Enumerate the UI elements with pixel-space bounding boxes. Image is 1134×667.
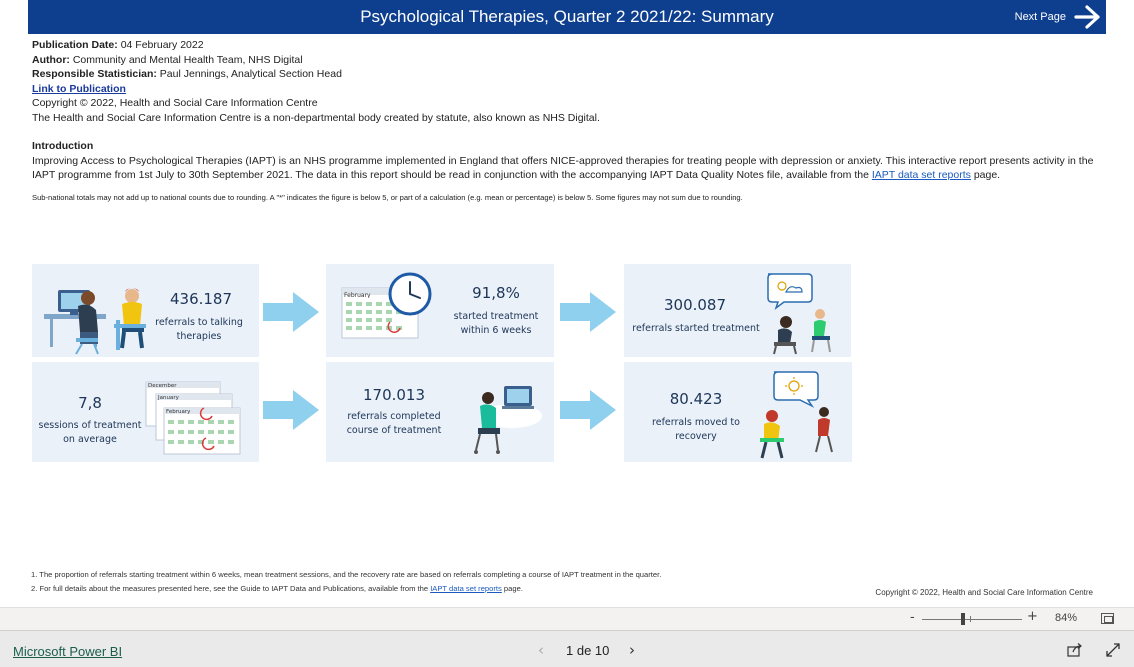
flow-arrow-icon xyxy=(560,292,616,332)
statistician-label: Responsible Statistician: xyxy=(32,68,157,80)
introduction-tail: page. xyxy=(970,169,1001,181)
author-row: Author: Community and Mental Health Team… xyxy=(32,53,1112,68)
people-at-computer-illustration xyxy=(44,288,146,355)
recovery-value: 80.423 xyxy=(669,390,723,408)
report-header-banner: Psychological Therapies, Quarter 2 2021/… xyxy=(28,0,1106,34)
arrow-right-icon xyxy=(1074,5,1100,29)
sessions-label-line1: sessions of treatment xyxy=(38,420,142,431)
next-page-arrow-button[interactable]: › xyxy=(629,641,635,659)
publication-link[interactable]: Link to Publication xyxy=(32,83,126,95)
next-page-label: Next Page xyxy=(1014,11,1066,23)
sessions-label: sessions of treatment on average xyxy=(32,419,148,447)
publication-date-row: Publication Date: 04 February 2022 xyxy=(32,38,1112,53)
recovery-conversation-illustration xyxy=(760,371,833,459)
completed-label-line1: referrals completed xyxy=(347,411,441,422)
card-completed-treatment: 170.013 referrals completed course of tr… xyxy=(326,362,554,462)
next-page-button[interactable]: Next Page xyxy=(1015,4,1102,30)
card-moved-to-recovery: 80.423 referrals moved to recovery xyxy=(624,362,852,462)
started-treatment-label: referrals started treatment xyxy=(626,322,766,336)
card-referrals: 436.187 referrals to talking therapies xyxy=(32,264,259,357)
footnote-1: 1. The proportion of referrals starting … xyxy=(31,570,662,579)
calendar-month-january: January xyxy=(157,395,180,401)
rounding-note: Sub-national totals may not add up to na… xyxy=(32,192,743,202)
author-label: Author: xyxy=(32,53,70,66)
footnote-iapt-reports-link[interactable]: IAPT data set reports xyxy=(430,584,502,593)
statistician: Paul Jennings, Analytical Section Head xyxy=(159,68,342,80)
page-indicator: 1 de 10 xyxy=(566,643,610,658)
fit-to-page-icon[interactable] xyxy=(1101,613,1114,624)
zoom-in-button[interactable]: + xyxy=(1027,609,1038,624)
zoom-slider-track[interactable] xyxy=(922,619,1022,620)
recovery-label-line1: referrals moved to xyxy=(652,417,740,428)
calendar-month-february: February xyxy=(344,292,371,298)
introduction-text: Improving Access to Psychological Therap… xyxy=(32,154,1112,183)
previous-page-button[interactable]: ‹ xyxy=(538,641,544,659)
calendar-month-label: February xyxy=(344,292,371,298)
zoom-percentage: 84% xyxy=(1055,612,1078,624)
statistician-row: Responsible Statistician: Paul Jennings,… xyxy=(32,67,1112,82)
footnote-2: 2. For full details about the measures p… xyxy=(31,582,661,596)
zoom-out-button[interactable]: - xyxy=(910,610,915,625)
footnotes: 1. The proportion of referrals starting … xyxy=(31,568,661,596)
referrals-label-line2: therapies xyxy=(176,331,222,342)
footnote-2-text: 2. For full details about the measures p… xyxy=(31,584,431,593)
calendar-month-december: December xyxy=(148,383,177,389)
sessions-label-line2: on average xyxy=(63,434,117,445)
within-6-weeks-label-line2: within 6 weeks xyxy=(460,325,532,336)
referrals-label-line1: referrals to talking xyxy=(155,317,243,328)
footer-copyright: Copyright © 2022, Health and Social Care… xyxy=(875,588,1093,597)
calendar-clock-illustration xyxy=(341,272,432,339)
zoom-slider-thumb[interactable] xyxy=(961,613,965,625)
calendar-month-february-2: February xyxy=(166,409,191,415)
calendars-stack-illustration: December January February xyxy=(145,381,241,455)
within-6-weeks-label: started treatment within 6 weeks xyxy=(444,310,548,338)
sessions-value: 7,8 xyxy=(78,394,102,412)
flow-arrow-icon xyxy=(263,390,319,430)
author: Community and Mental Health Team, NHS Di… xyxy=(72,53,303,66)
copyright-text: Copyright © 2022, Health and Social Care… xyxy=(32,97,318,109)
started-treatment-label-line1: referrals started treatment xyxy=(632,323,760,334)
completed-label-line2: course of treatment xyxy=(346,425,442,436)
fullscreen-icon[interactable] xyxy=(1106,643,1120,657)
publication-date: 04 February 2022 xyxy=(120,39,204,51)
completed-label: referrals completed course of treatment xyxy=(334,410,454,438)
within-6-weeks-label-line1: started treatment xyxy=(453,311,539,322)
powerbi-footer: Microsoft Power BI ‹ 1 de 10 › xyxy=(0,630,1134,667)
zoom-bar: - + 84% xyxy=(0,607,1134,630)
microsoft-power-bi-link[interactable]: Microsoft Power BI xyxy=(13,644,122,659)
referrals-value: 436.187 xyxy=(169,290,233,308)
completed-value: 170.013 xyxy=(362,386,426,404)
referrals-label: referrals to talking therapies xyxy=(144,316,254,344)
flow-arrow-icon xyxy=(263,292,319,332)
footnote-2-tail: page. xyxy=(501,584,523,593)
card-started-treatment: 300.087 referrals started treatment xyxy=(624,264,851,357)
person-at-laptop-illustration xyxy=(474,386,542,454)
therapy-session-illustration xyxy=(767,273,831,355)
body-statement: The Health and Social Care Information C… xyxy=(32,111,600,124)
recovery-label: referrals moved to recovery xyxy=(638,416,754,444)
iapt-reports-link[interactable]: IAPT data set reports xyxy=(872,169,971,181)
recovery-label-line2: recovery xyxy=(675,431,717,442)
share-icon[interactable] xyxy=(1067,643,1083,657)
publication-info: Publication Date: 04 February 2022 Autho… xyxy=(32,38,1112,203)
card-sessions-average: 7,8 sessions of treatment on average Dec… xyxy=(32,362,259,462)
flow-arrow-icon xyxy=(560,390,616,430)
publication-date-label: Publication Date: xyxy=(32,39,118,51)
zoom-slider-default-tick xyxy=(970,616,971,622)
within-6-weeks-value: 91,8% xyxy=(472,284,520,302)
introduction-heading: Introduction xyxy=(32,140,94,152)
report-title: Psychological Therapies, Quarter 2 2021/… xyxy=(360,7,774,26)
card-started-within-6-weeks: February 91,8% started treatment within … xyxy=(326,264,554,357)
started-treatment-value: 300.087 xyxy=(663,296,727,314)
